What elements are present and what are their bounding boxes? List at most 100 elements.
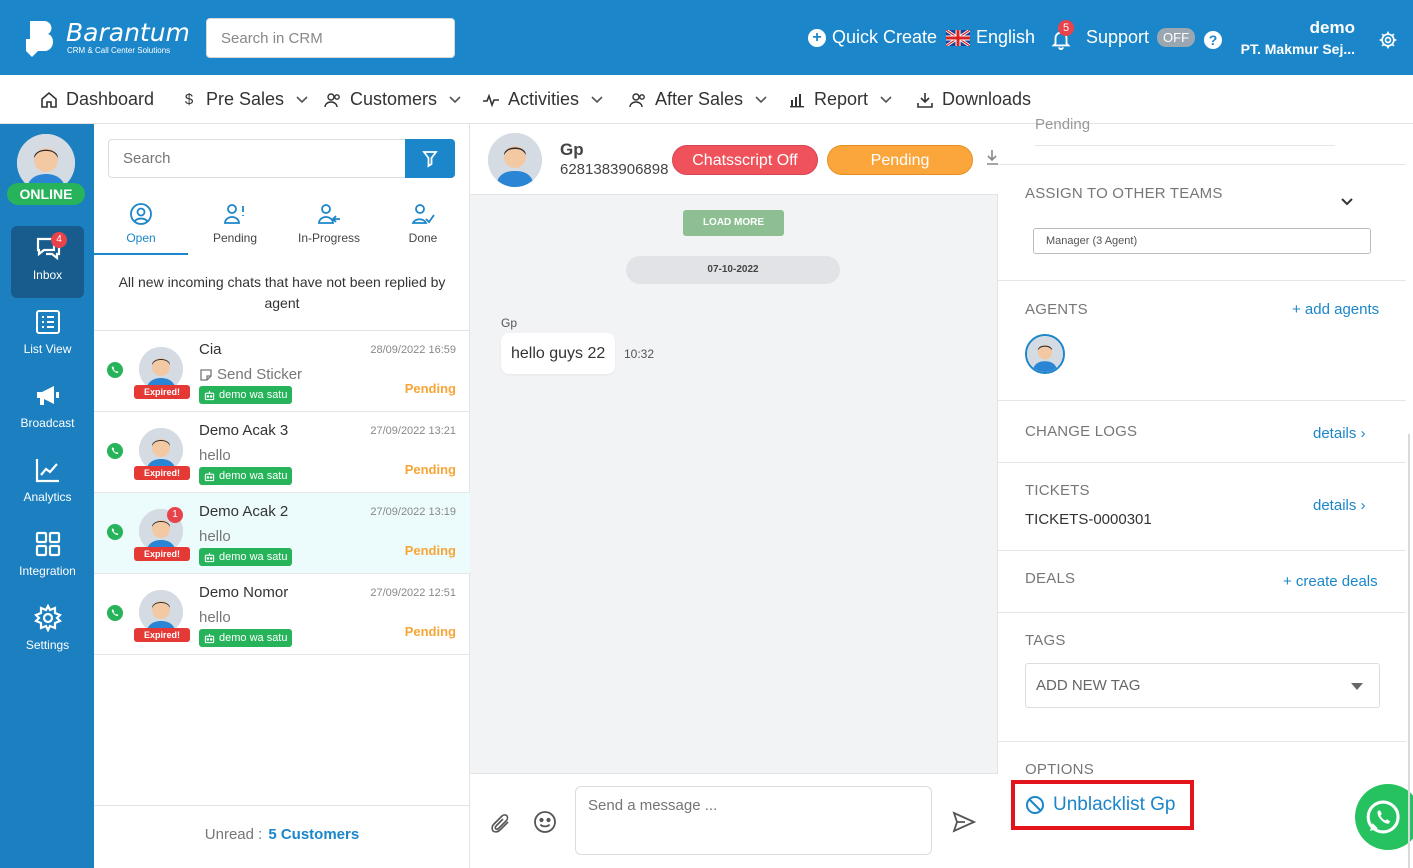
date-separator: 07-10-2022 [626, 256, 840, 284]
chevron-down-icon[interactable] [1340, 197, 1354, 207]
barantum-logo[interactable]: Barantum CRM & Call Center Solutions [22, 17, 190, 61]
logo-mark-icon [26, 21, 54, 57]
channel-badge: demo wa satu [199, 467, 293, 485]
contact-details-panel: Pending ASSIGN TO OTHER TEAMS Manager (3… [998, 116, 1413, 868]
sidebar-item-label: Analytics [23, 490, 72, 504]
gear-icon[interactable] [1378, 30, 1398, 50]
support-state-badge[interactable]: OFF [1157, 28, 1196, 47]
sidebar-item-label: Broadcast [20, 416, 75, 430]
team-select[interactable]: Manager (3 Agent) [1033, 228, 1371, 254]
change-logs-details-link[interactable]: details › [1313, 425, 1366, 442]
robot-icon [204, 390, 215, 400]
add-agents-link[interactable]: + add agents [1292, 301, 1379, 318]
nav-after-sales[interactable]: After Sales [629, 89, 767, 110]
create-deals-link[interactable]: + create deals [1283, 573, 1378, 590]
sidebar-item-inbox[interactable]: 4 Inbox [11, 226, 84, 298]
tickets-details-link[interactable]: details › [1313, 497, 1366, 514]
chat-status-tabs: Open Pending In-Progress Done [94, 199, 470, 255]
chat-search-input[interactable] [108, 139, 405, 178]
contact-name: Demo Acak 3 [199, 422, 289, 439]
message-time: 10:32 [624, 347, 655, 361]
scrollbar[interactable] [1408, 434, 1410, 868]
tab-description: All new incoming chats that have not bee… [118, 274, 446, 311]
bar-chart-icon [790, 93, 804, 107]
nav-customers[interactable]: Customers [324, 89, 461, 110]
message-input[interactable] [575, 786, 932, 855]
nav-downloads[interactable]: Downloads [916, 89, 1031, 110]
online-status-badge[interactable]: ONLINE [7, 183, 85, 205]
nav-activities[interactable]: Activities [482, 89, 603, 110]
sidebar-item-settings[interactable]: Settings [11, 596, 84, 668]
language-selector[interactable]: English [946, 27, 1035, 48]
paperclip-icon[interactable] [490, 812, 512, 834]
whatsapp-float-button[interactable] [1355, 784, 1413, 850]
divider [1035, 145, 1335, 146]
status-pending-button[interactable]: Pending [827, 145, 973, 175]
nav-dashboard[interactable]: Dashboard [40, 89, 154, 110]
chatscript-toggle-button[interactable]: Chatsscript Off [672, 145, 818, 175]
unblacklist-button[interactable]: Unblacklist Gp [1011, 780, 1194, 830]
logo-subtitle: CRM & Call Center Solutions [67, 46, 171, 55]
user-name[interactable]: demo [1240, 18, 1355, 38]
tab-in-progress[interactable]: In-Progress [282, 199, 376, 255]
last-message-text: hello [199, 528, 231, 545]
nav-pre-sales[interactable]: $ Pre Sales [180, 89, 308, 110]
channel-badge: demo wa satu [199, 629, 293, 647]
change-logs-title: CHANGE LOGS [1025, 423, 1138, 440]
send-icon[interactable] [952, 810, 976, 834]
emoji-icon[interactable] [533, 810, 557, 834]
add-tag-placeholder: ADD NEW TAG [1036, 677, 1141, 694]
user-arrow-icon [318, 204, 340, 224]
tickets-section: TICKETS details › TICKETS-0000301 [998, 463, 1406, 551]
sidebar-item-list-view[interactable]: List View [11, 300, 84, 372]
user-check-icon [411, 204, 435, 224]
tab-pending[interactable]: Pending [188, 199, 282, 255]
whatsapp-icon [107, 443, 123, 459]
last-message: hello [199, 609, 231, 626]
support-toggle[interactable]: Support OFF [1086, 27, 1196, 48]
download-icon[interactable] [986, 148, 998, 170]
chat-row[interactable]: 1 Expired! Demo Acak 2 27/09/2022 13:19 … [94, 493, 470, 574]
megaphone-icon [36, 386, 59, 405]
tab-open[interactable]: Open [94, 199, 188, 255]
chat-row[interactable]: Expired! Cia 28/09/2022 16:59 Send Stick… [94, 331, 470, 412]
grid-icon [35, 531, 60, 557]
contact-name: Gp [560, 140, 584, 159]
channel-badge: demo wa satu [199, 386, 293, 404]
quick-create-button[interactable]: + Quick Create [808, 27, 937, 48]
sidebar-item-broadcast[interactable]: Broadcast [11, 374, 84, 446]
avatar-icon [488, 133, 542, 187]
tab-done[interactable]: Done [376, 199, 470, 255]
ticket-id[interactable]: TICKETS-0000301 [1025, 511, 1152, 528]
tickets-title: TICKETS [1025, 482, 1090, 499]
agents-title: AGENTS [1025, 301, 1088, 318]
sidebar-item-label: Settings [25, 638, 70, 652]
nav-pre-sales-label: Pre Sales [206, 89, 285, 109]
last-message: hello [199, 447, 231, 464]
chat-list-panel: Open Pending In-Progress Done All new in… [94, 124, 470, 868]
crm-search-input[interactable] [206, 18, 455, 58]
filter-button[interactable] [405, 139, 455, 178]
avatar-icon [1027, 336, 1063, 372]
logo-text: Barantum [66, 18, 190, 47]
chat-row[interactable]: Expired! Demo Acak 3 27/09/2022 13:21 he… [94, 412, 470, 493]
contact-phone: 6281383906898 [560, 161, 669, 178]
chat-row[interactable]: Expired! Demo Nomor 27/09/2022 12:51 hel… [94, 574, 470, 655]
last-message: hello [199, 528, 231, 545]
sidebar-item-integration[interactable]: Integration [11, 522, 84, 594]
nav-report[interactable]: Report [788, 89, 892, 110]
load-more-button[interactable]: LOAD MORE [683, 210, 784, 236]
robot-icon [204, 471, 215, 481]
filter-icon [422, 151, 438, 168]
chevron-down-icon [755, 95, 767, 103]
add-tag-select[interactable]: ADD NEW TAG [1025, 663, 1380, 708]
nav-downloads-label: Downloads [942, 89, 1032, 109]
agent-avatar[interactable] [1025, 334, 1065, 374]
nav-customers-label: Customers [350, 89, 438, 109]
help-icon[interactable]: ? [1204, 31, 1222, 49]
sidebar-item-analytics[interactable]: Analytics [11, 448, 84, 520]
nav-activities-label: Activities [508, 89, 580, 109]
unread-count-link[interactable]: 5 Customers [268, 826, 359, 843]
channel-name: demo wa satu [219, 551, 288, 563]
contact-avatar[interactable] [488, 133, 542, 187]
